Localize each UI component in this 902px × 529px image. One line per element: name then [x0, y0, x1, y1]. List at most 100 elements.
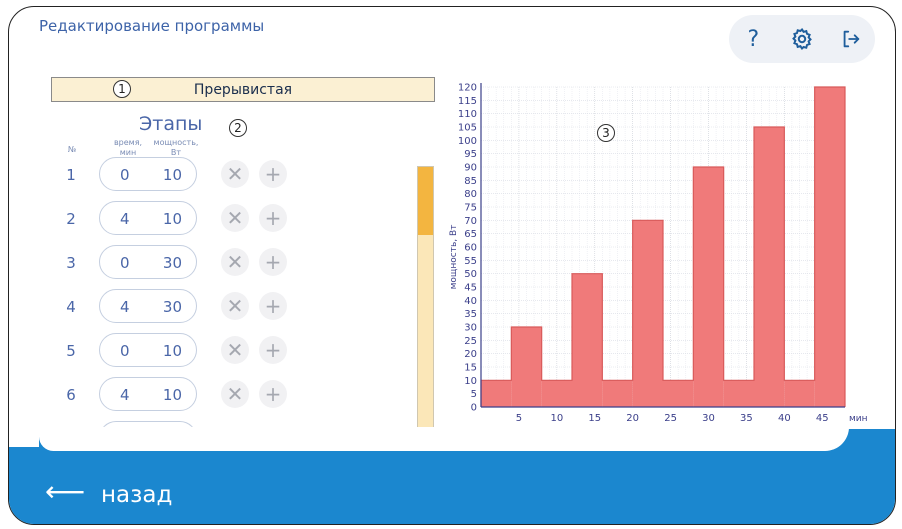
- y-tick-label: 65: [464, 229, 477, 240]
- stage-time-input[interactable]: 0: [120, 254, 130, 272]
- y-tick-label: 120: [458, 83, 477, 94]
- y-tick-label: 50: [464, 269, 477, 280]
- chart-bar: [541, 380, 572, 407]
- y-tick-label: 10: [464, 376, 477, 387]
- chart-bar: [481, 380, 512, 407]
- add-stage-button[interactable]: +: [259, 380, 287, 408]
- y-tick-label: 100: [458, 136, 477, 147]
- y-tick-label: 95: [464, 149, 477, 160]
- plus-icon: +: [264, 294, 282, 318]
- close-icon: ✕: [226, 250, 244, 274]
- stage-number: 4: [66, 298, 76, 316]
- settings-button[interactable]: [784, 21, 820, 57]
- delete-stage-button[interactable]: ✕: [221, 336, 249, 364]
- stage-input-pill: 0 30: [99, 245, 197, 279]
- chart-bar: [784, 380, 815, 407]
- x-tick-label: 25: [664, 413, 677, 424]
- back-label[interactable]: назад: [101, 482, 172, 508]
- mode-select[interactable]: Прерывистая: [51, 77, 435, 102]
- add-stage-button[interactable]: +: [259, 204, 287, 232]
- exit-button[interactable]: [833, 21, 869, 57]
- add-stage-button[interactable]: +: [259, 160, 287, 188]
- col-header-time: время, мин: [113, 138, 143, 157]
- plus-icon: +: [264, 206, 282, 230]
- delete-stage-button[interactable]: ✕: [221, 204, 249, 232]
- y-tick-label: 85: [464, 176, 477, 187]
- y-tick-label: 80: [464, 189, 477, 200]
- y-tick-label: 35: [464, 309, 477, 320]
- y-tick-label: 45: [464, 283, 477, 294]
- stage-time-input[interactable]: 0: [120, 166, 130, 184]
- stage-time-input[interactable]: 4: [120, 210, 130, 228]
- page-title: Редактирование программы: [39, 17, 265, 35]
- plus-icon: +: [264, 382, 282, 406]
- stage-number: 3: [66, 254, 76, 272]
- top-actions-group: ?: [729, 15, 875, 63]
- add-stage-button[interactable]: +: [259, 292, 287, 320]
- close-icon: ✕: [226, 294, 244, 318]
- x-tick-label: 30: [702, 413, 715, 424]
- back-button[interactable]: ⟵: [45, 475, 85, 508]
- y-tick-label: 105: [458, 123, 477, 134]
- col-header-num: №: [67, 145, 77, 154]
- stage-power-input[interactable]: 10: [163, 386, 182, 404]
- chart-bar: [814, 87, 845, 407]
- y-tick-label: 75: [464, 203, 477, 214]
- stage-power-input[interactable]: 30: [163, 254, 182, 272]
- stage-input-pill: 4 10: [99, 377, 197, 411]
- x-tick-label: 20: [626, 413, 639, 424]
- plus-icon: +: [264, 338, 282, 362]
- stages-scrollbar[interactable]: [417, 166, 434, 438]
- y-tick-label: 55: [464, 256, 477, 267]
- stage-power-input[interactable]: 10: [163, 166, 182, 184]
- help-button[interactable]: ?: [735, 21, 771, 57]
- delete-stage-button[interactable]: ✕: [221, 380, 249, 408]
- chart-bar: [754, 127, 785, 407]
- y-tick-label: 30: [464, 323, 477, 334]
- stage-input-pill: 4 30: [99, 289, 197, 323]
- x-tick-label: 40: [778, 413, 791, 424]
- close-icon: ✕: [226, 338, 244, 362]
- stage-power-input[interactable]: 30: [163, 298, 182, 316]
- y-tick-label: 110: [458, 109, 477, 120]
- y-tick-label: 40: [464, 296, 477, 307]
- stage-number: 2: [66, 210, 76, 228]
- delete-stage-button[interactable]: ✕: [221, 248, 249, 276]
- stage-power-input[interactable]: 10: [163, 210, 182, 228]
- stage-input-pill: 0 10: [99, 157, 197, 191]
- callout-2: 2: [229, 119, 247, 137]
- stages-title: Этапы: [139, 113, 203, 135]
- scroll-thumb[interactable]: [418, 167, 433, 235]
- add-stage-button[interactable]: +: [259, 248, 287, 276]
- screen-frame: Редактирование программы ? Прерывистая 1…: [0, 0, 902, 529]
- stage-time-input[interactable]: 4: [120, 298, 130, 316]
- add-stage-button[interactable]: +: [259, 336, 287, 364]
- stage-number: 1: [66, 166, 76, 184]
- stage-number: 6: [66, 386, 76, 404]
- close-icon: ✕: [226, 162, 244, 186]
- footer-wave-mask: [39, 427, 849, 451]
- stage-time-input[interactable]: 4: [120, 386, 130, 404]
- callout-3: 3: [597, 124, 615, 142]
- mode-label: Прерывистая: [193, 81, 293, 98]
- device-screen: Редактирование программы ? Прерывистая 1…: [8, 6, 896, 525]
- stage-time-input[interactable]: 0: [120, 342, 130, 360]
- chart-outline: [480, 86, 846, 407]
- y-tick-label: 70: [464, 216, 477, 227]
- chart-bar: [632, 220, 663, 407]
- help-icon: ?: [747, 26, 760, 52]
- x-tick-label: 35: [740, 413, 753, 424]
- y-tick-label: 90: [464, 163, 477, 174]
- x-axis-label: мин: [849, 414, 868, 424]
- delete-stage-button[interactable]: ✕: [221, 292, 249, 320]
- gear-icon: [792, 27, 812, 51]
- delete-stage-button[interactable]: ✕: [221, 160, 249, 188]
- chart-bar: [723, 380, 754, 407]
- x-tick-label: 45: [816, 413, 829, 424]
- plus-icon: +: [264, 162, 282, 186]
- chart-bar: [602, 380, 633, 407]
- plus-icon: +: [264, 250, 282, 274]
- stage-power-input[interactable]: 10: [163, 342, 182, 360]
- y-axis-label: мощность, Вт: [449, 225, 459, 290]
- chart-bar: [693, 167, 724, 407]
